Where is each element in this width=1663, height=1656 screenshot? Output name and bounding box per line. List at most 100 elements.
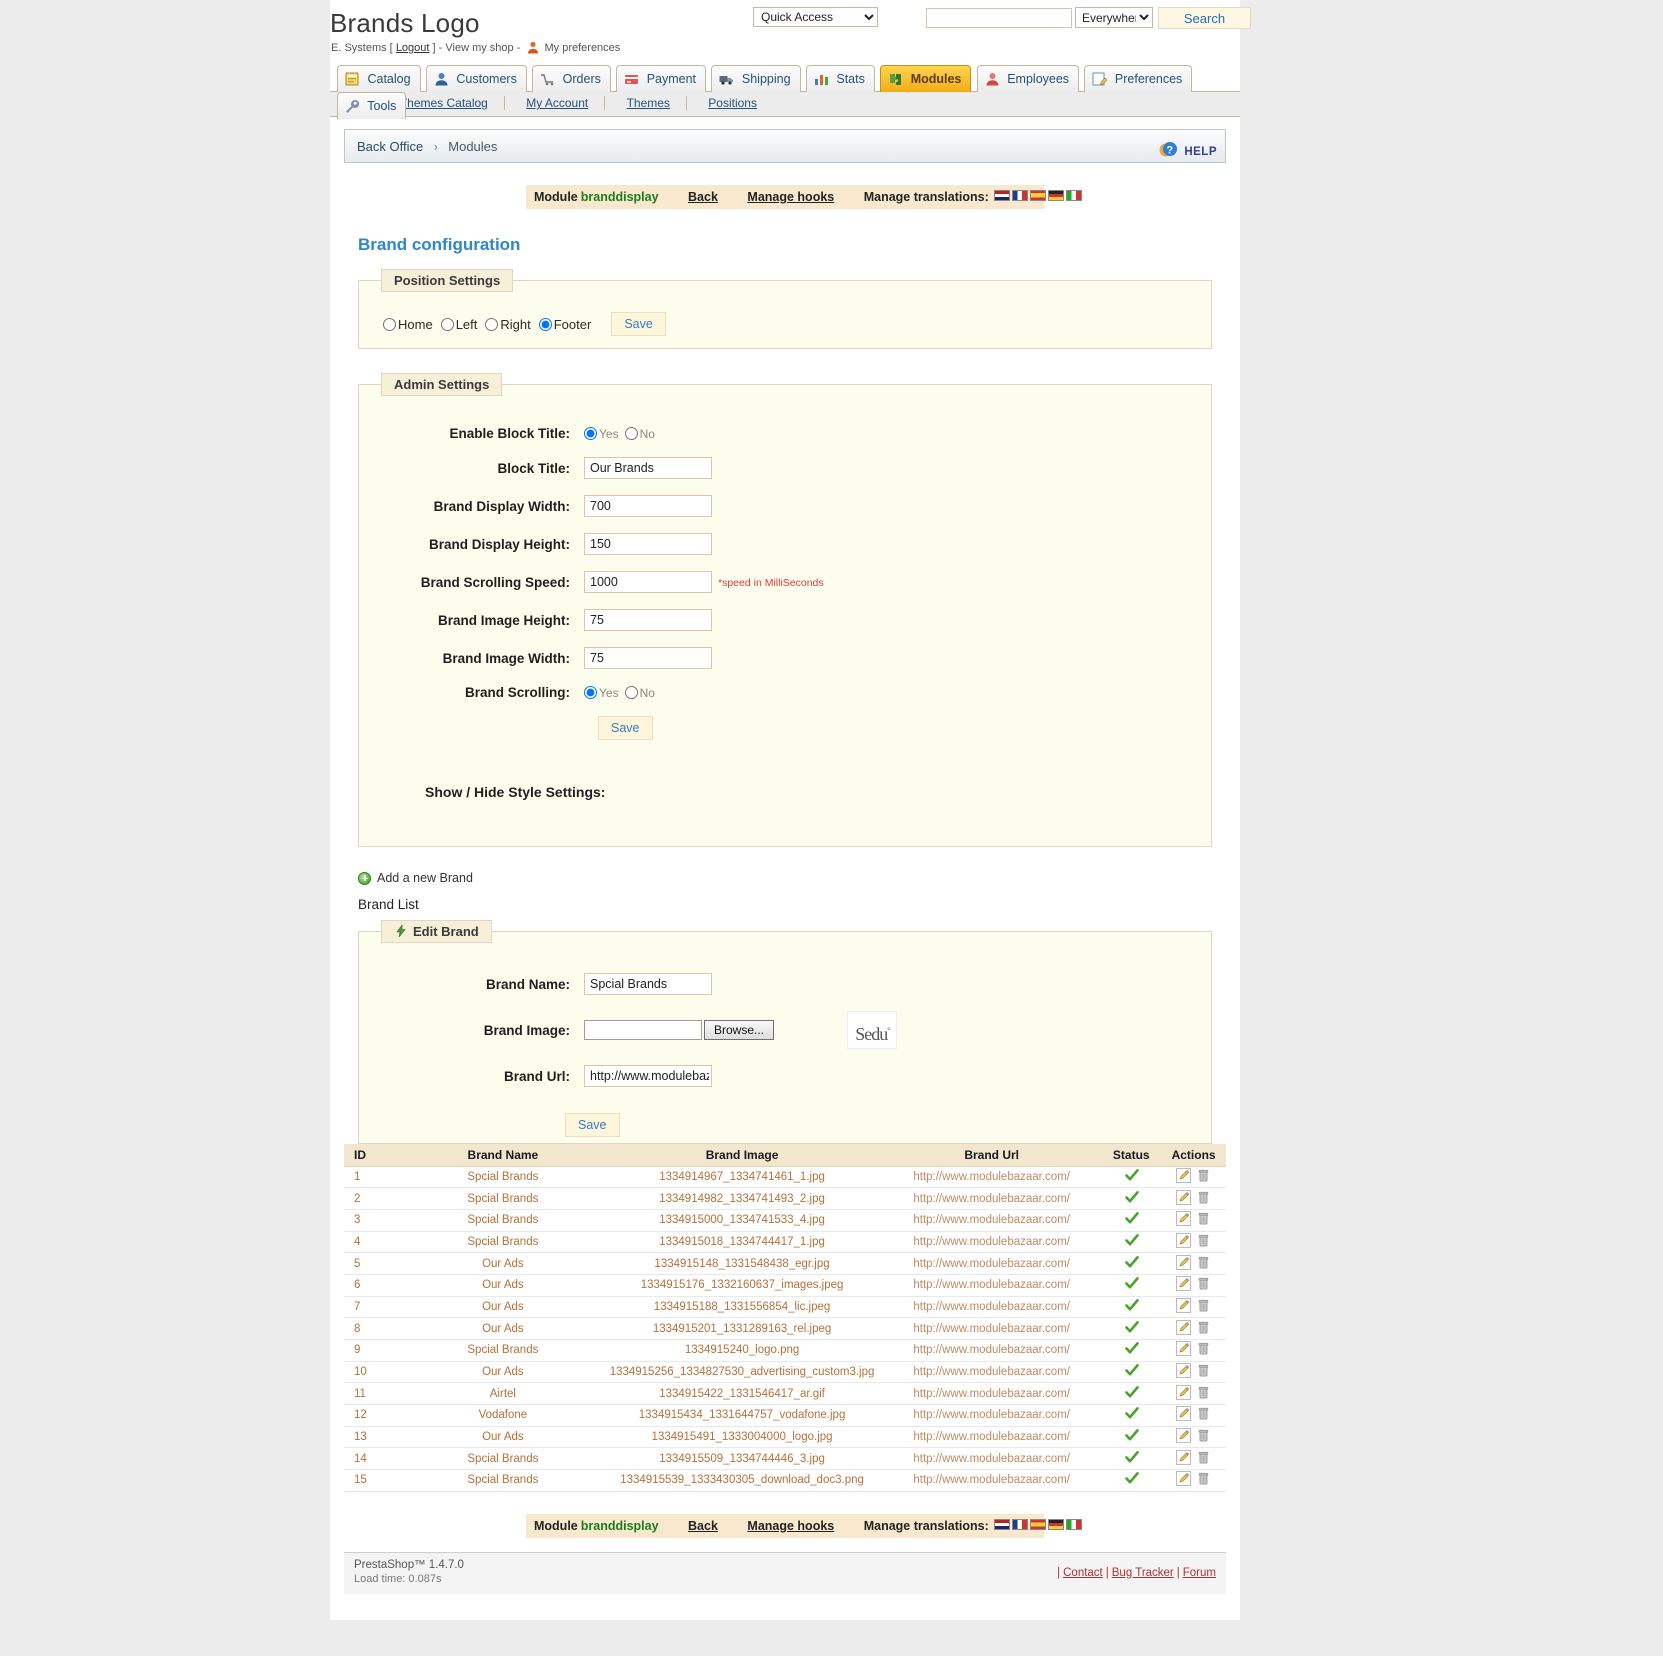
flag-es-icon[interactable]	[1030, 1518, 1047, 1530]
footer-link-bug-tracker[interactable]: Bug Tracker	[1112, 1567, 1174, 1579]
enable-block-title-no[interactable]: No	[624, 427, 655, 441]
tab-preferences[interactable]: Preferences	[1084, 65, 1193, 92]
flag-it-icon[interactable]	[1066, 1518, 1083, 1530]
brand-scrolling-no-radio[interactable]	[624, 686, 638, 699]
cell-brand-url[interactable]: http://www.modulebazaar.com/	[881, 1187, 1102, 1210]
module-manage-hooks-link-bottom[interactable]: Manage hooks	[747, 1519, 834, 1533]
cell-brand-url[interactable]: http://www.modulebazaar.com/	[881, 1426, 1102, 1449]
search-input[interactable]	[926, 8, 1072, 28]
search-button[interactable]: Search	[1158, 7, 1251, 29]
brand-scrolling-yes[interactable]: Yes	[584, 686, 619, 700]
style-settings-toggle[interactable]: Show / Hide Style Settings:	[425, 784, 1201, 800]
brand-image-file-input[interactable]	[584, 1020, 702, 1040]
col-brand-url[interactable]: Brand Url	[881, 1144, 1102, 1167]
edit-icon[interactable]	[1176, 1471, 1192, 1487]
edit-icon[interactable]	[1176, 1189, 1192, 1205]
delete-icon[interactable]	[1196, 1471, 1211, 1486]
flag-it-icon[interactable]	[1066, 190, 1083, 201]
delete-icon[interactable]	[1196, 1211, 1211, 1226]
position-save-button[interactable]: Save	[611, 312, 666, 336]
quick-access-select[interactable]: Quick Access	[753, 7, 878, 27]
position-option-footer[interactable]: Footer	[538, 317, 591, 332]
edit-icon[interactable]	[1176, 1254, 1192, 1270]
flag-de-icon[interactable]	[1048, 190, 1065, 201]
breadcrumb-root[interactable]: Back Office	[357, 139, 423, 154]
tab-orders[interactable]: Orders	[532, 65, 611, 92]
delete-icon[interactable]	[1196, 1406, 1211, 1421]
flag-fr-icon[interactable]	[1012, 190, 1029, 201]
delete-icon[interactable]	[1196, 1190, 1211, 1205]
delete-icon[interactable]	[1196, 1168, 1211, 1183]
brand-scrolling-no[interactable]: No	[624, 686, 655, 700]
edit-icon[interactable]	[1176, 1167, 1192, 1183]
tab-employees[interactable]: Employees	[976, 65, 1080, 92]
delete-icon[interactable]	[1196, 1255, 1211, 1270]
edit-icon[interactable]	[1176, 1449, 1192, 1465]
subnav-themes[interactable]: Themes	[625, 96, 687, 110]
brand-name-input[interactable]	[584, 973, 712, 995]
add-new-brand-link[interactable]: Add a new Brand	[358, 871, 1226, 885]
position-radio-home[interactable]	[383, 317, 396, 331]
brand-scrolling-speed-input[interactable]	[584, 571, 712, 593]
cell-brand-url[interactable]: http://www.modulebazaar.com/	[881, 1231, 1102, 1254]
tab-customers[interactable]: Customers	[425, 65, 527, 92]
position-option-home[interactable]: Home	[383, 317, 433, 332]
position-radio-left[interactable]	[440, 317, 454, 331]
tab-stats[interactable]: Stats	[805, 65, 875, 92]
module-back-link-bottom[interactable]: Back	[688, 1519, 718, 1533]
enable-block-title-yes[interactable]: Yes	[584, 427, 619, 441]
block-title-input[interactable]	[584, 457, 712, 479]
cell-brand-url[interactable]: http://www.modulebazaar.com/	[881, 1404, 1102, 1427]
edit-icon[interactable]	[1176, 1406, 1192, 1422]
subnav-positions[interactable]: Positions	[706, 96, 773, 110]
position-option-right[interactable]: Right	[485, 317, 531, 332]
browse-button[interactable]: Browse...	[704, 1020, 775, 1040]
help-button[interactable]: ? HELP	[1157, 135, 1217, 169]
footer-link-forum[interactable]: Forum	[1183, 1567, 1216, 1579]
cell-brand-url[interactable]: http://www.modulebazaar.com/	[881, 1469, 1102, 1492]
enable-block-title-yes-radio[interactable]	[584, 427, 597, 440]
cell-brand-url[interactable]: http://www.modulebazaar.com/	[881, 1361, 1102, 1384]
delete-icon[interactable]	[1196, 1276, 1211, 1291]
flag-en-icon[interactable]	[994, 190, 1011, 201]
logout-link[interactable]: Logout	[396, 42, 430, 54]
tab-tools[interactable]: Tools	[337, 92, 407, 119]
edit-icon[interactable]	[1176, 1384, 1192, 1400]
col-brand-name[interactable]: Brand Name	[403, 1144, 603, 1167]
flag-en-icon[interactable]	[994, 1518, 1011, 1530]
edit-icon[interactable]	[1176, 1297, 1192, 1313]
delete-icon[interactable]	[1196, 1385, 1211, 1400]
col-brand-image[interactable]: Brand Image	[602, 1144, 882, 1167]
subnav-my-account[interactable]: My Account	[524, 96, 606, 110]
brand-image-height-input[interactable]	[584, 609, 712, 631]
flag-de-icon[interactable]	[1048, 1518, 1065, 1530]
cell-brand-url[interactable]: http://www.modulebazaar.com/	[881, 1339, 1102, 1362]
brand-url-input[interactable]	[584, 1065, 712, 1087]
edit-brand-save-button[interactable]: Save	[565, 1113, 620, 1137]
cell-brand-url[interactable]: http://www.modulebazaar.com/	[881, 1382, 1102, 1406]
search-scope-select[interactable]: Everywhere	[1075, 7, 1153, 28]
col-status[interactable]: Status	[1101, 1144, 1162, 1167]
brand-image-width-input[interactable]	[584, 647, 712, 669]
col-actions[interactable]: Actions	[1161, 1144, 1226, 1167]
flag-fr-icon[interactable]	[1012, 1518, 1029, 1530]
cell-brand-url[interactable]: http://www.modulebazaar.com/	[881, 1209, 1102, 1232]
footer-link-contact[interactable]: Contact	[1063, 1567, 1103, 1579]
delete-icon[interactable]	[1196, 1363, 1211, 1378]
tab-payment[interactable]: Payment	[616, 65, 707, 92]
brand-scrolling-yes-radio[interactable]	[584, 686, 597, 699]
brand-display-height-input[interactable]	[584, 533, 712, 555]
module-manage-hooks-link[interactable]: Manage hooks	[747, 190, 834, 204]
position-radio-right[interactable]	[485, 317, 499, 331]
enable-block-title-no-radio[interactable]	[624, 427, 638, 440]
flag-es-icon[interactable]	[1030, 190, 1047, 201]
edit-icon[interactable]	[1176, 1211, 1192, 1227]
edit-icon[interactable]	[1176, 1341, 1192, 1357]
delete-icon[interactable]	[1196, 1428, 1211, 1443]
cell-brand-url[interactable]: http://www.modulebazaar.com/	[881, 1252, 1102, 1275]
delete-icon[interactable]	[1196, 1320, 1211, 1335]
tab-modules[interactable]: Modules	[880, 65, 972, 92]
admin-save-button[interactable]: Save	[598, 716, 653, 740]
delete-icon[interactable]	[1196, 1450, 1211, 1465]
position-option-left[interactable]: Left	[440, 317, 477, 332]
